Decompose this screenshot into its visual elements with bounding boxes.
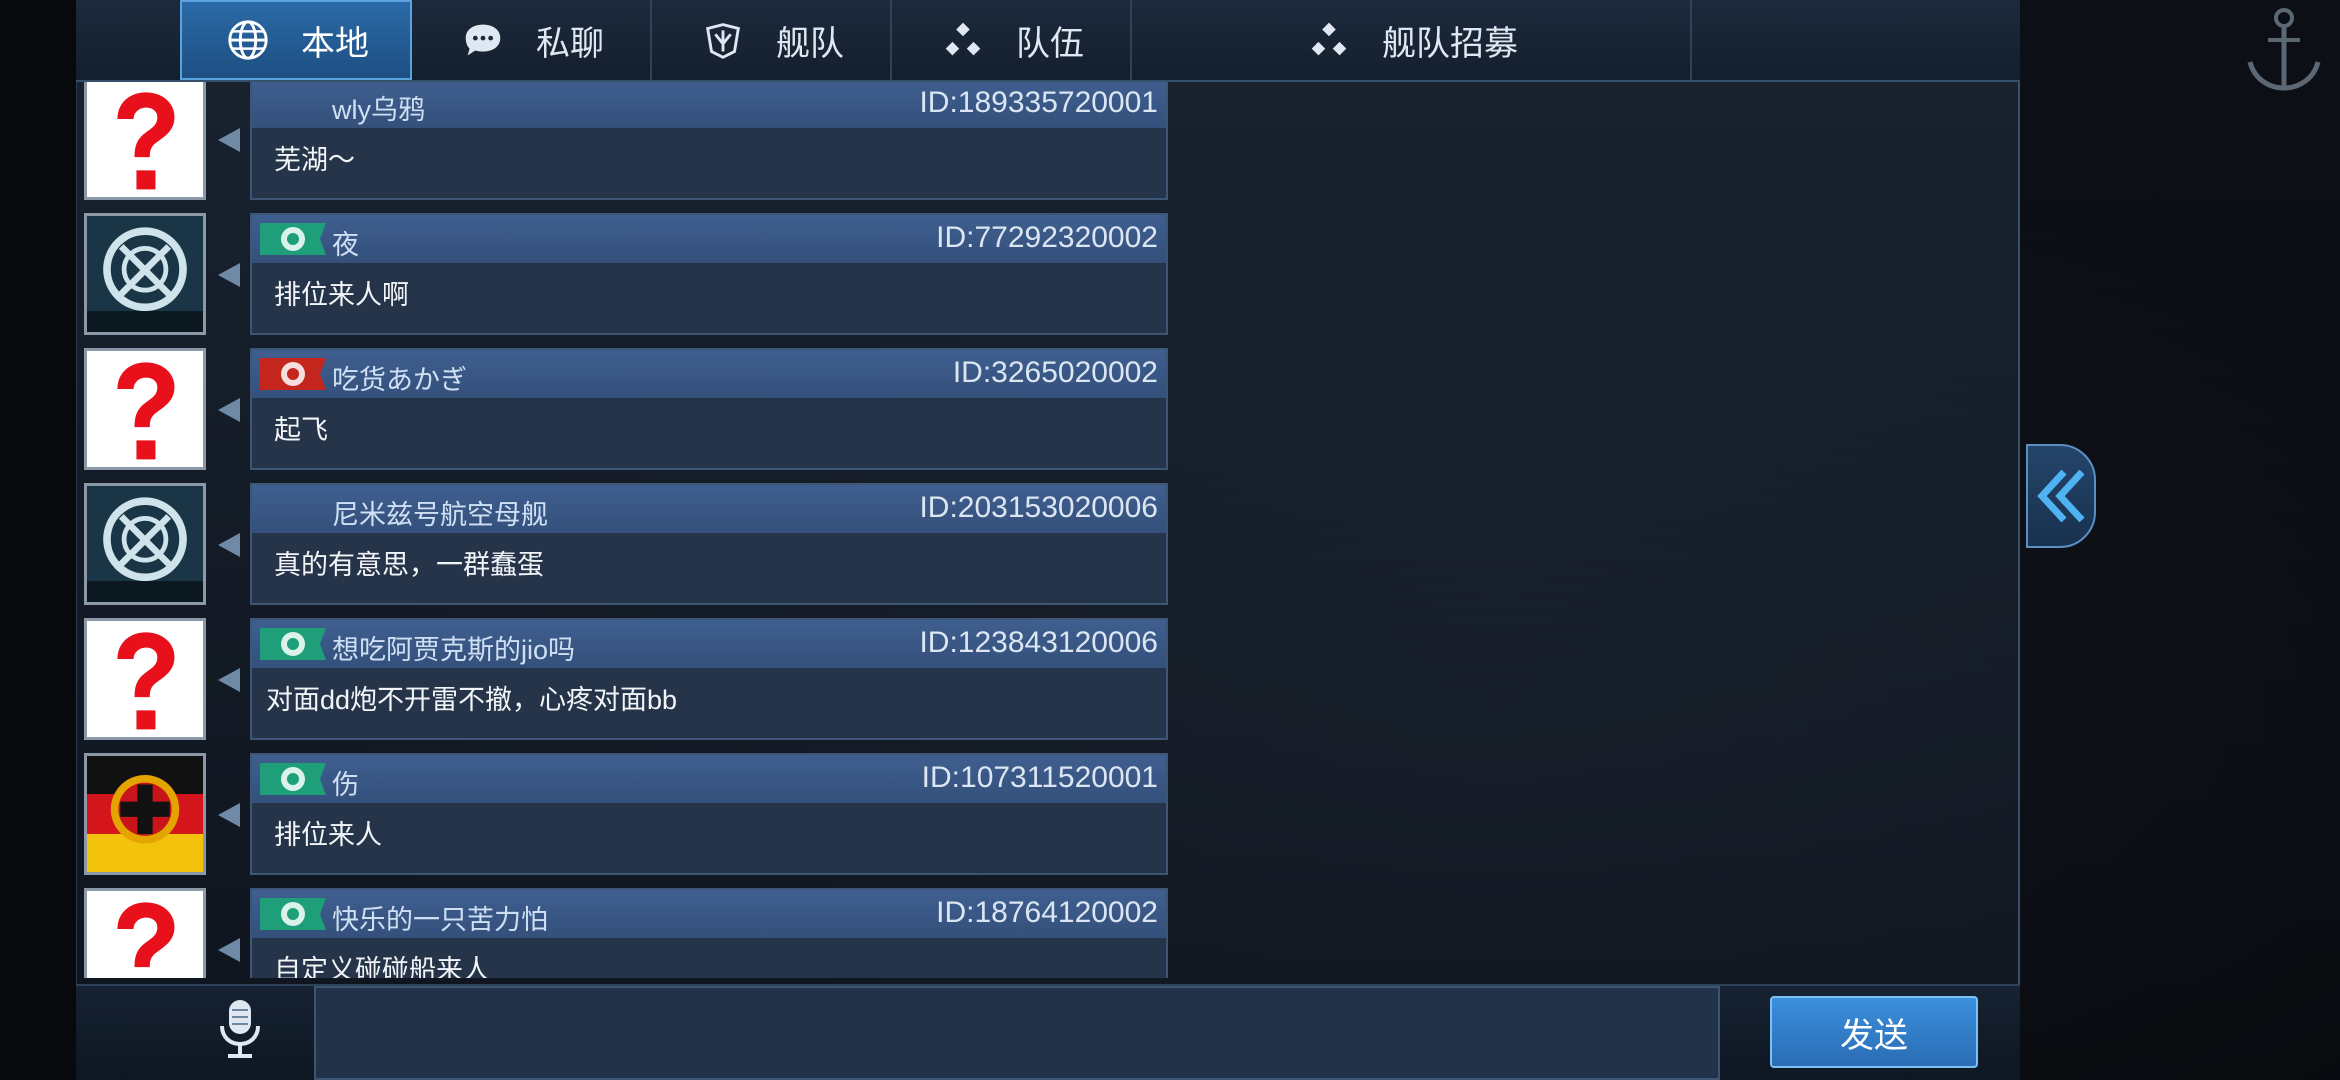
green-flag-icon — [258, 759, 328, 799]
message-text: 自定义碰碰船来人 — [274, 955, 490, 978]
double-chevron-left-icon — [2037, 469, 2085, 523]
message-bubble[interactable]: 夜 ID:77292320002 排位来人啊 — [250, 213, 1168, 335]
message-row: 想吃阿贾克斯的jio吗 ID:123843120006 对面dd炮不开雷不撤，心… — [84, 618, 1174, 740]
message-header: 快乐的一只苦力怕 ID:18764120002 — [252, 890, 1166, 938]
message-row: 尼米兹号航空母舰 ID:203153020006 真的有意思，一群蠢蛋 — [84, 483, 1174, 605]
message-text: 真的有意思，一群蠢蛋 — [274, 550, 544, 580]
message-header: 想吃阿贾克斯的jio吗 ID:123843120006 — [252, 620, 1166, 668]
message-header: 夜 ID:77292320002 — [252, 215, 1166, 263]
bubble-pointer — [218, 803, 240, 827]
tab-team[interactable]: 队伍 — [892, 0, 1132, 80]
question-avatar[interactable] — [84, 888, 206, 978]
sender-name[interactable]: 尼米兹号航空母舰 — [332, 493, 548, 532]
message-header: wly乌鸦 ID:189335720001 — [252, 82, 1166, 128]
chat-input[interactable] — [314, 986, 1720, 1080]
red-flag-icon — [258, 354, 328, 394]
sender-name[interactable]: 伤 — [332, 763, 359, 802]
message-row: 快乐的一只苦力怕 ID:18764120002 自定义碰碰船来人 — [84, 888, 1174, 978]
tab-label: 本地 — [301, 24, 369, 63]
message-bubble[interactable]: 吃货あかぎ ID:3265020002 起飞 — [250, 348, 1168, 470]
left-edge-band — [0, 0, 76, 1080]
tab-label: 私聊 — [536, 24, 604, 63]
message-header: 伤 ID:107311520001 — [252, 755, 1166, 803]
question-avatar[interactable] — [84, 82, 206, 200]
fleet-emblem-avatar[interactable] — [84, 483, 206, 605]
message-row: 夜 ID:77292320002 排位来人啊 — [84, 213, 1174, 335]
message-row: wly乌鸦 ID:189335720001 芜湖～ — [84, 82, 1174, 200]
message-list[interactable]: wly乌鸦 ID:189335720001 芜湖～ 夜 ID:772923200… — [84, 82, 1174, 978]
team-dots-icon — [938, 15, 988, 65]
tab-label: 队伍 — [1016, 24, 1084, 63]
question-avatar[interactable] — [84, 348, 206, 470]
message-bubble[interactable]: 尼米兹号航空母舰 ID:203153020006 真的有意思，一群蠢蛋 — [250, 483, 1168, 605]
tab-local[interactable]: 本地 — [180, 0, 412, 80]
globe-icon — [223, 15, 273, 65]
question-avatar[interactable] — [84, 618, 206, 740]
tab-fleet[interactable]: 舰队 — [652, 0, 892, 80]
message-bubble[interactable]: 快乐的一只苦力怕 ID:18764120002 自定义碰碰船来人 — [250, 888, 1168, 978]
sender-id: ID:203153020006 — [919, 491, 1158, 524]
bubble-pointer — [218, 263, 240, 287]
sender-id: ID:3265020002 — [952, 356, 1158, 389]
sender-name[interactable]: 想吃阿贾克斯的jio吗 — [332, 628, 575, 667]
recruit-dots-icon — [1304, 15, 1354, 65]
bubble-pointer — [218, 398, 240, 422]
chat-bubble-icon — [458, 15, 508, 65]
green-flag-icon — [258, 624, 328, 664]
tab-label: 舰队招募 — [1382, 24, 1518, 63]
collapse-panel-button[interactable] — [2026, 444, 2096, 548]
message-row: 吃货あかぎ ID:3265020002 起飞 — [84, 348, 1174, 470]
sender-name[interactable]: 吃货あかぎ — [332, 358, 467, 397]
sender-name[interactable]: wly乌鸦 — [332, 88, 425, 127]
message-header: 吃货あかぎ ID:3265020002 — [252, 350, 1166, 398]
message-text: 起飞 — [274, 415, 328, 445]
sender-id: ID:107311520001 — [921, 761, 1158, 794]
chat-tab-bar: 本地 私聊 舰队 队伍 舰队招募 — [76, 0, 2020, 82]
sender-id: ID:189335720001 — [919, 86, 1158, 119]
message-text: 对面dd炮不开雷不撤，心疼对面bb — [266, 685, 678, 715]
anchor-icon[interactable] — [2234, 0, 2334, 100]
bubble-pointer — [218, 938, 240, 962]
sender-name[interactable]: 夜 — [332, 223, 359, 262]
bubble-pointer — [218, 533, 240, 557]
fleet-emblem-icon — [698, 15, 748, 65]
microphone-icon[interactable] — [214, 996, 266, 1060]
tab-fleet-recruit[interactable]: 舰队招募 — [1132, 0, 1692, 80]
fleet-emblem-avatar[interactable] — [84, 213, 206, 335]
message-text: 芜湖～ — [274, 145, 355, 175]
message-header: 尼米兹号航空母舰 ID:203153020006 — [252, 485, 1166, 533]
sender-id: ID:77292320002 — [936, 221, 1158, 254]
message-bubble[interactable]: 伤 ID:107311520001 排位来人 — [250, 753, 1168, 875]
send-button[interactable]: 发送 — [1770, 996, 1978, 1068]
message-row: 伤 ID:107311520001 排位来人 — [84, 753, 1174, 875]
sender-name[interactable]: 快乐的一只苦力怕 — [332, 898, 548, 937]
tab-label: 舰队 — [776, 24, 844, 63]
iron-cross-avatar[interactable] — [84, 753, 206, 875]
message-bubble[interactable]: wly乌鸦 ID:189335720001 芜湖～ — [250, 82, 1168, 200]
sender-id: ID:18764120002 — [936, 896, 1158, 929]
bubble-pointer — [218, 128, 240, 152]
bubble-pointer — [218, 668, 240, 692]
sender-id: ID:123843120006 — [919, 626, 1158, 659]
tab-private-chat[interactable]: 私聊 — [412, 0, 652, 80]
green-flag-icon — [258, 219, 328, 259]
message-text: 排位来人啊 — [274, 280, 409, 310]
message-bubble[interactable]: 想吃阿贾克斯的jio吗 ID:123843120006 对面dd炮不开雷不撤，心… — [250, 618, 1168, 740]
message-text: 排位来人 — [274, 820, 382, 850]
green-flag-icon — [258, 894, 328, 934]
